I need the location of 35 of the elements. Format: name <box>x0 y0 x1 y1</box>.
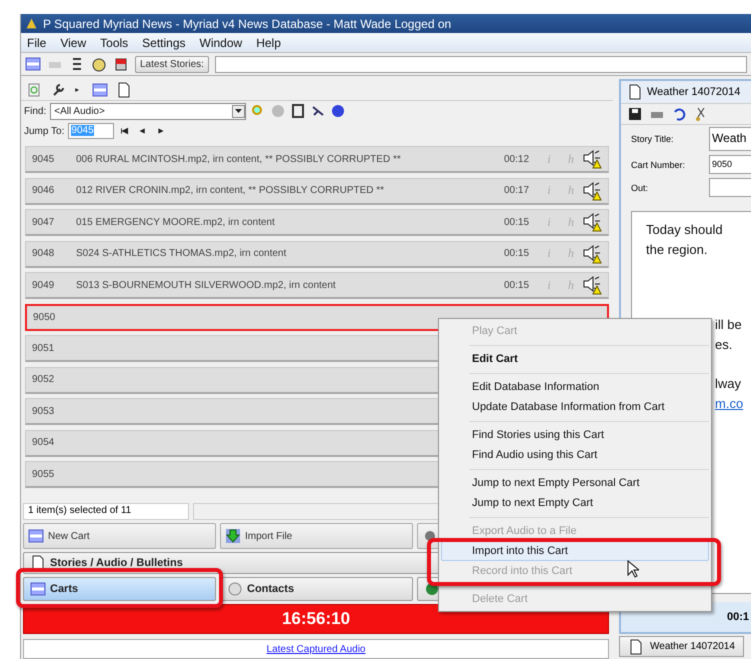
cart-duration: 00:15 <box>504 216 530 228</box>
cart-duration: 00:15 <box>504 280 530 290</box>
status-text: 1 item(s) selected of 11 <box>23 503 189 520</box>
cart-duration: 00:17 <box>504 185 530 196</box>
window-title: P Squared Myriad News - Myriad v4 News Database - Matt Wade Logged on <box>43 16 452 30</box>
story-text: lway <box>715 375 742 393</box>
story-text: the region. <box>646 241 708 259</box>
cart-title: 006 RURAL MCINTOSH.mp2, irn content, ** POSSIBLY CORRUPTED ** <box>76 154 402 164</box>
cart-number: 9055 <box>32 468 56 480</box>
cart-title: S024 S-ATHLETICS THOMAS.mp2, irn content <box>76 248 288 259</box>
panel-title: Weather 14072014 <box>647 86 740 98</box>
field-label: Out: <box>631 182 650 192</box>
story-text: es. <box>715 336 732 354</box>
find-label: Find: <box>24 106 46 116</box>
cart-number: 9053 <box>32 406 56 416</box>
story-text: ill be <box>715 316 742 334</box>
story-text: Today should <box>646 221 723 239</box>
cart-number: 9046 <box>32 185 56 196</box>
cart-duration: 00:15 <box>504 248 530 259</box>
cart-number: 9048 <box>32 248 56 259</box>
cart-title: 015 EMERGENCY MOORE.mp2, irn content <box>76 216 276 228</box>
cart-title: 012 RIVER CRONIN.mp2, irn content, ** POSSIBLY CORRUPTED ** <box>76 185 386 196</box>
jump-to-label: Jump To: <box>24 126 64 136</box>
cart-number: 9047 <box>32 216 56 228</box>
story-duration: 00:1 <box>726 611 749 623</box>
cart-number: 9051 <box>32 342 56 354</box>
cart-number: 9045 <box>32 154 56 164</box>
cart-number: 9050 <box>33 312 56 322</box>
cart-number: 9049 <box>32 280 56 290</box>
cart-title: S013 S-BOURNEMOUTH SILVERWOOD.mp2, irn content <box>76 280 337 290</box>
field-label: Cart Number: <box>631 160 686 170</box>
cart-number: 9054 <box>32 437 56 448</box>
cart-number: 9052 <box>32 374 56 385</box>
cart-duration: 00:12 <box>504 154 530 164</box>
field-label: Story Title: <box>631 134 675 144</box>
